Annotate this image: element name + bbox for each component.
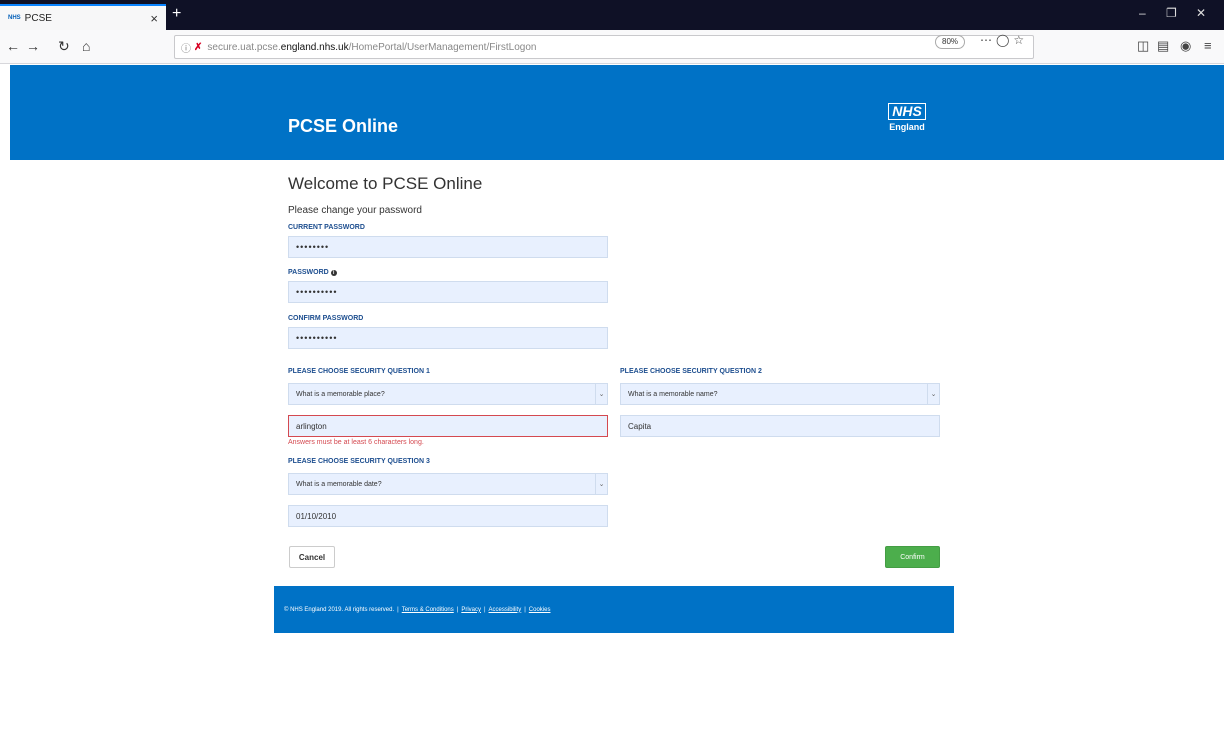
security-answer-1-error: Answers must be at least 6 characters lo… (288, 439, 424, 446)
nhs-logo-subtitle: England (889, 122, 925, 132)
footer-separator: | (483, 606, 486, 613)
zoom-badge[interactable]: 80% (935, 35, 966, 49)
current-password-label: CURRENT PASSWORD (288, 224, 365, 231)
security-question-2-value: What is a memorable name? (628, 390, 718, 398)
security-answer-3-input[interactable]: 01/10/2010 (288, 505, 608, 527)
confirm-password-input[interactable]: •••••••••• (288, 327, 608, 349)
info-icon[interactable]: i (330, 270, 337, 276)
confirm-password-label: CONFIRM PASSWORD (288, 315, 364, 322)
library-icon[interactable]: ◫ (1137, 38, 1149, 54)
chevron-down-icon[interactable]: ⌄ (927, 384, 939, 404)
cancel-button[interactable]: Cancel (289, 546, 335, 568)
security-question-3-value: What is a memorable date? (296, 480, 382, 488)
back-icon[interactable]: ← (6, 38, 20, 54)
confirm-button[interactable]: Confirm (885, 546, 940, 568)
forward-icon[interactable]: → (26, 38, 40, 54)
site-title: PCSE Online (288, 116, 399, 136)
terms-link[interactable]: Terms & Conditions (402, 607, 454, 613)
browser-toolbar: ← → ↻ ⌂ ⓘ ✗ secure.uat.pcse.england.nhs.… (0, 30, 1224, 64)
maximize-icon[interactable]: ❐ (1166, 6, 1177, 20)
new-tab-button[interactable]: + (172, 4, 181, 24)
nhs-logo-mark: NHS (888, 103, 926, 120)
footer-copyright: © NHS England 2019. All rights reserved. (284, 606, 395, 613)
password-label: PASSWORD i (288, 269, 337, 276)
security-question-3-label: PLEASE CHOOSE SECURITY QUESTION 3 (288, 458, 430, 465)
security-question-1-select[interactable]: What is a memorable place? ⌄ (288, 383, 608, 405)
home-icon[interactable]: ⌂ (82, 38, 90, 54)
url-text: secure.uat.pcse.england.nhs.uk/HomePorta… (207, 41, 537, 53)
menu-icon[interactable]: ≡ (1204, 38, 1212, 53)
nhs-favicon-icon: NHS (8, 15, 21, 21)
current-password-input[interactable]: •••••••• (288, 236, 608, 258)
security-question-2-label: PLEASE CHOOSE SECURITY QUESTION 2 (620, 368, 762, 375)
security-question-1-label: PLEASE CHOOSE SECURITY QUESTION 1 (288, 368, 430, 375)
security-answer-1-input[interactable]: arlington (288, 415, 608, 437)
site-header: PCSE Online NHS England (10, 65, 1224, 160)
info-circle-icon[interactable]: ⓘ (181, 40, 191, 55)
cookies-link[interactable]: Cookies (529, 607, 551, 613)
insecure-lock-icon[interactable]: ✗ (194, 42, 202, 53)
sidebar-icon[interactable]: ▤ (1157, 38, 1169, 54)
nhs-england-logo: NHS England (877, 103, 937, 132)
password-input[interactable]: •••••••••• (288, 281, 608, 303)
tab-title: PCSE (24, 12, 52, 24)
security-answer-2-input[interactable]: Capita (620, 415, 940, 437)
reload-icon[interactable]: ↻ (58, 38, 70, 54)
security-question-3-select[interactable]: What is a memorable date? ⌄ (288, 473, 608, 495)
security-question-1-value: What is a memorable place? (296, 390, 385, 398)
footer-separator: | (524, 606, 526, 613)
browser-tab[interactable]: NHS PCSE × (0, 4, 166, 30)
close-tab-icon[interactable]: × (150, 11, 158, 26)
security-question-2-select[interactable]: What is a memorable name? ⌄ (620, 383, 940, 405)
accessibility-link[interactable]: Accessibility (489, 607, 522, 613)
footer-separator: | (397, 606, 399, 613)
minimize-icon[interactable]: – (1139, 6, 1146, 20)
chevron-down-icon[interactable]: ⌄ (595, 384, 607, 404)
page-actions-icon[interactable]: ⋯◯☆ (980, 33, 1028, 47)
chevron-down-icon[interactable]: ⌄ (595, 474, 607, 494)
page-subtitle: Please change your password (288, 205, 422, 216)
site-footer: © NHS England 2019. All rights reserved.… (274, 586, 954, 633)
browser-tab-strip: NHS PCSE × + – ❐ ✕ (0, 0, 1224, 30)
page-title: Welcome to PCSE Online (288, 174, 483, 193)
privacy-link[interactable]: Privacy (461, 607, 481, 613)
close-window-icon[interactable]: ✕ (1196, 6, 1206, 20)
extension-icon[interactable]: ◉ (1180, 38, 1191, 54)
address-bar[interactable]: ⓘ ✗ secure.uat.pcse.england.nhs.uk/HomeP… (174, 35, 1034, 59)
footer-separator: | (456, 606, 459, 613)
